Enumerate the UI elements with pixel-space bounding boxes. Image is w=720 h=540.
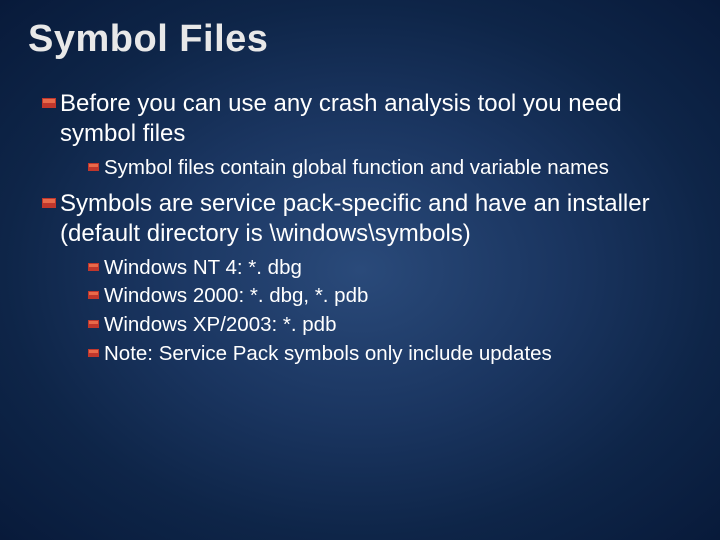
list-item-text: Before you can use any crash analysis to… <box>60 89 692 149</box>
list-item-text: Note: Service Pack symbols only include … <box>104 341 552 367</box>
bullet-list-level2: Symbol files contain global function and… <box>88 155 692 181</box>
bullet-icon <box>88 291 104 299</box>
list-item: Windows 2000: *. dbg, *. pdb <box>88 283 692 309</box>
list-item-text: Windows 2000: *. dbg, *. pdb <box>104 283 368 309</box>
bullet-icon <box>88 263 104 271</box>
bullet-icon <box>88 163 104 171</box>
bullet-list-level2: Windows NT 4: *. dbg Windows 2000: *. db… <box>88 255 692 367</box>
list-item-text: Windows NT 4: *. dbg <box>104 255 302 281</box>
list-item-text: Symbols are service pack-specific and ha… <box>60 189 692 249</box>
bullet-icon <box>42 98 60 108</box>
list-item: Windows NT 4: *. dbg <box>88 255 692 281</box>
bullet-icon <box>42 198 60 208</box>
bullet-icon <box>88 349 104 357</box>
list-item-text: Windows XP/2003: *. pdb <box>104 312 336 338</box>
list-item: Note: Service Pack symbols only include … <box>88 341 692 367</box>
slide-title: Symbol Files <box>28 18 692 61</box>
bullet-list-level1: Before you can use any crash analysis to… <box>42 89 692 366</box>
list-item: Symbols are service pack-specific and ha… <box>42 189 692 367</box>
list-item: Windows XP/2003: *. pdb <box>88 312 692 338</box>
list-item: Symbol files contain global function and… <box>88 155 692 181</box>
bullet-icon <box>88 320 104 328</box>
list-item: Before you can use any crash analysis to… <box>42 89 692 181</box>
list-item-text: Symbol files contain global function and… <box>104 155 609 181</box>
